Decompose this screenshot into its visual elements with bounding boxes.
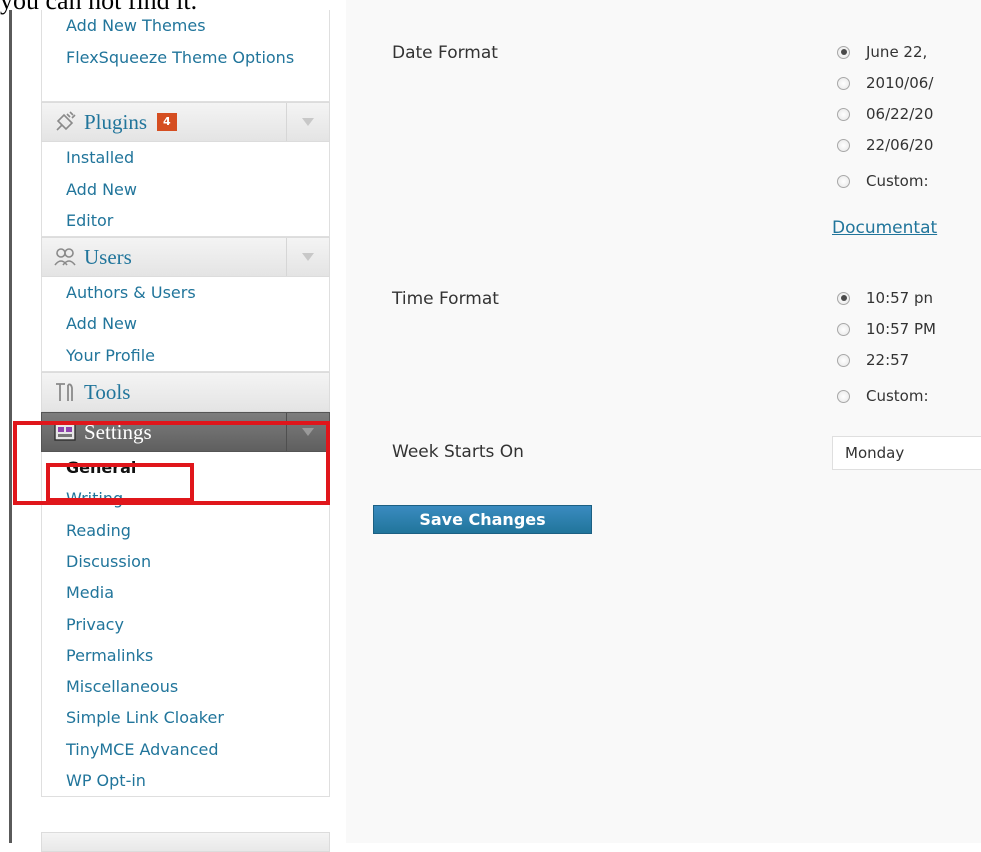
plug-icon [52, 110, 78, 134]
admin-sidebar: Add New Themes FlexSqueeze Theme Options… [41, 10, 330, 798]
date-format-option-text: 2010/06/ [866, 74, 934, 92]
menu-users-label: Users [84, 244, 132, 269]
menu-settings[interactable]: Settings [41, 412, 330, 453]
menu-users[interactable]: Users [41, 237, 330, 278]
menu-plugins-label: Plugins [84, 109, 148, 134]
radio-button[interactable] [837, 353, 850, 367]
time-format-option[interactable]: 22:57 [837, 351, 909, 369]
date-format-label: Date Format [392, 43, 498, 63]
date-format-option[interactable]: 06/22/20 [837, 105, 933, 123]
settings-toggle-arrow[interactable] [286, 413, 329, 452]
sidebar-item-permalinks[interactable]: Permalinks [42, 640, 329, 671]
time-format-label: Time Format [392, 289, 499, 309]
sidebar-item-miscellaneous[interactable]: Miscellaneous [42, 671, 329, 702]
sidebar-item-discussion[interactable]: Discussion [42, 546, 329, 577]
tools-icon [52, 380, 78, 404]
sidebar-item-editor[interactable]: Editor [42, 205, 329, 236]
sidebar-item-privacy[interactable]: Privacy [42, 609, 329, 640]
sidebar-item-add-new-user[interactable]: Add New [42, 308, 329, 339]
date-format-option[interactable]: June 22, [837, 43, 927, 61]
next-menu-header[interactable] [41, 832, 330, 852]
documentation-link[interactable]: Documentat [832, 218, 937, 238]
plugins-submenu: Installed Add New Editor [41, 142, 330, 238]
time-format-option[interactable]: 10:57 pn [837, 289, 933, 307]
week-starts-on-label: Week Starts On [392, 442, 524, 462]
time-format-option[interactable]: 10:57 PM [837, 320, 936, 338]
sidebar-item-your-profile[interactable]: Your Profile [42, 340, 329, 371]
plugin-update-badge: 4 [157, 113, 177, 132]
date-format-option[interactable]: Custom: [837, 172, 929, 190]
date-format-option-text: June 22, [866, 43, 928, 61]
time-format-option-text: Custom: [866, 387, 929, 405]
menu-plugins[interactable]: Plugins 4 [41, 102, 330, 143]
sidebar-item-media[interactable]: Media [42, 577, 329, 608]
radio-button[interactable] [837, 107, 850, 121]
radio-button[interactable] [837, 76, 850, 90]
chevron-down-icon [302, 118, 314, 127]
date-format-option-text: 22/06/20 [866, 136, 934, 154]
content-gutter [331, 0, 346, 843]
settings-main: Date Format June 22, 2010/06/ 06/22/20 2… [346, 0, 981, 843]
plugins-toggle-arrow[interactable] [286, 103, 329, 142]
time-format-option-text: 10:57 PM [866, 320, 936, 338]
date-format-option-text: 06/22/20 [866, 105, 934, 123]
menu-settings-label: Settings [84, 419, 152, 444]
chevron-down-icon [302, 428, 314, 437]
settings-submenu: General Writing Reading Discussion Media… [41, 452, 330, 798]
left-border [9, 10, 12, 843]
users-submenu: Authors & Users Add New Your Profile [41, 277, 330, 373]
time-format-option[interactable]: Custom: [837, 387, 929, 405]
sidebar-item-reading[interactable]: Reading [42, 515, 329, 546]
week-starts-on-select[interactable]: Monday [832, 436, 981, 470]
sidebar-item-simple-link-cloaker[interactable]: Simple Link Cloaker [42, 702, 329, 733]
sidebar-item-general[interactable]: General [42, 452, 329, 483]
sidebar-item-add-new-themes[interactable]: Add New Themes [42, 10, 329, 41]
time-format-option-text: 10:57 pn [866, 289, 934, 307]
settings-icon [52, 420, 78, 444]
sidebar-item-flexsqueeze-theme-options[interactable]: FlexSqueeze Theme Options [42, 41, 329, 101]
sidebar-item-wp-opt-in[interactable]: WP Opt-in [42, 765, 329, 796]
chevron-down-icon [302, 253, 314, 262]
sidebar-item-authors-users[interactable]: Authors & Users [42, 277, 329, 308]
menu-tools-label: Tools [84, 379, 131, 404]
radio-button[interactable] [837, 291, 850, 305]
radio-button[interactable] [837, 322, 850, 336]
appearance-submenu: Add New Themes FlexSqueeze Theme Options [41, 10, 330, 103]
date-format-option[interactable]: 2010/06/ [837, 74, 933, 92]
users-icon [52, 245, 78, 269]
users-toggle-arrow[interactable] [286, 238, 329, 277]
radio-button[interactable] [837, 174, 850, 188]
date-format-option-text: Custom: [866, 172, 929, 190]
save-changes-button[interactable]: Save Changes [373, 505, 592, 534]
radio-button[interactable] [837, 138, 850, 152]
sidebar-item-add-new-plugin[interactable]: Add New [42, 174, 329, 205]
radio-button[interactable] [837, 45, 850, 59]
time-format-option-text: 22:57 [866, 351, 910, 369]
menu-tools[interactable]: Tools [41, 372, 330, 413]
sidebar-item-writing[interactable]: Writing [42, 483, 329, 514]
date-format-option[interactable]: 22/06/20 [837, 136, 933, 154]
sidebar-item-installed[interactable]: Installed [42, 142, 329, 173]
sidebar-item-tinymce-advanced[interactable]: TinyMCE Advanced [42, 734, 329, 765]
radio-button[interactable] [837, 389, 850, 403]
